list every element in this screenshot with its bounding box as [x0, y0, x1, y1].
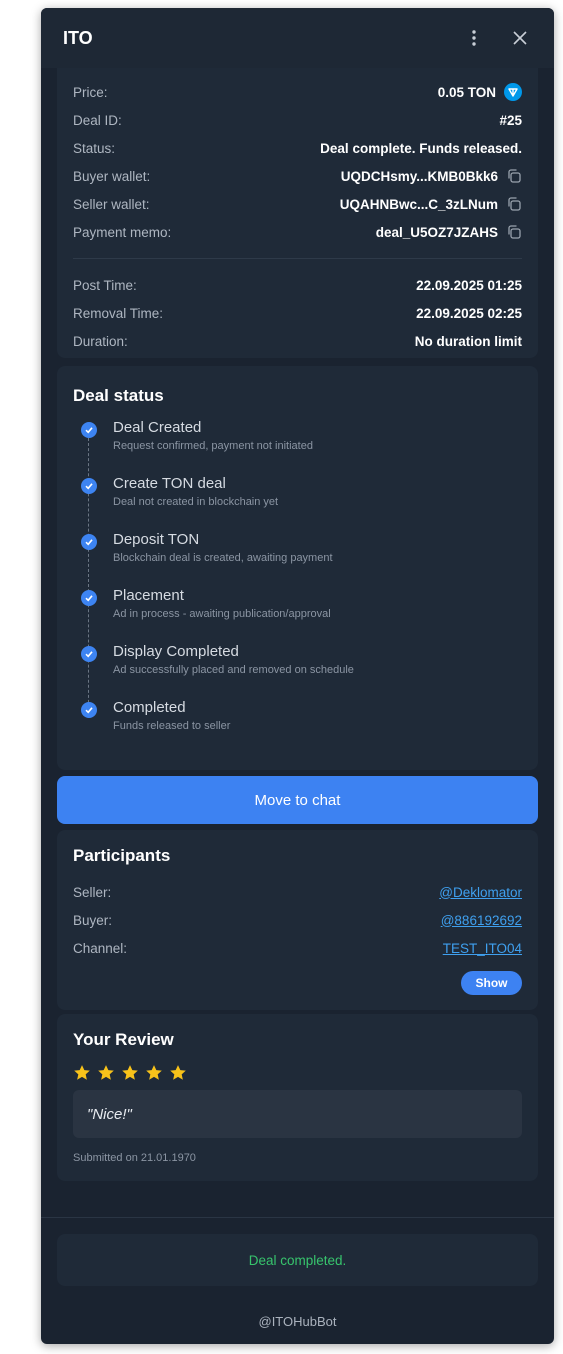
seller-wallet-value: UQAHNBwc...C_3zLNum	[339, 196, 498, 212]
payment-memo-value: deal_U5OZ7JZAHS	[375, 224, 498, 240]
check-icon	[81, 422, 97, 438]
seller-link[interactable]: @Deklomator	[439, 885, 522, 900]
step-title: Completed	[113, 699, 186, 716]
star-icon	[98, 1065, 114, 1080]
rating-stars	[73, 1064, 522, 1082]
step-title: Placement	[113, 587, 184, 604]
payment-memo-label: Payment memo:	[73, 224, 172, 240]
buyer-wallet-row: Buyer wallet: UQDCHsmy...KMB0Bkk6	[73, 162, 522, 190]
app-title: ITO	[63, 27, 93, 48]
removal-time-label: Removal Time:	[73, 305, 164, 321]
review-text: "Nice!"	[73, 1090, 522, 1138]
payment-memo-row: Payment memo: deal_U5OZ7JZAHS	[73, 218, 522, 246]
channel-link[interactable]: TEST_ITO04	[443, 941, 522, 956]
seller-wallet-label: Seller wallet:	[73, 196, 150, 212]
check-icon	[81, 646, 97, 662]
check-icon	[81, 478, 97, 494]
app-window: ITO Price: 0.05 TON Deal ID: #25 Status:	[41, 8, 554, 1344]
review-submitted-date: Submitted on 21.01.1970	[73, 1152, 196, 1164]
step-title: Display Completed	[113, 643, 239, 660]
buyer-wallet-label: Buyer wallet:	[73, 168, 151, 184]
deal-details-card: Price: 0.05 TON Deal ID: #25 Status: Dea…	[57, 58, 538, 358]
post-time-row: Post Time: 22.09.2025 01:25	[73, 271, 522, 299]
footer-divider	[41, 1217, 554, 1218]
seller-label: Seller:	[73, 884, 112, 900]
close-button[interactable]	[508, 26, 532, 50]
status-value: Deal complete. Funds released.	[320, 140, 522, 156]
copy-icon[interactable]	[506, 224, 522, 240]
deal-id-label: Deal ID:	[73, 112, 122, 128]
step-title: Deal Created	[113, 419, 202, 436]
more-options-button[interactable]	[462, 26, 486, 50]
status-label: Status:	[73, 140, 116, 156]
divider	[73, 258, 522, 259]
price-value: 0.05 TON	[437, 84, 496, 100]
deal-id-row: Deal ID: #25	[73, 106, 522, 134]
step-subtitle: Deal not created in blockchain yet	[113, 496, 279, 508]
review-card: Your Review "Nice!" Submitted on 21.01.1…	[57, 1014, 538, 1181]
move-to-chat-button[interactable]: Move to chat	[57, 776, 538, 824]
review-title: Your Review	[73, 1030, 174, 1049]
post-time-value: 22.09.2025 01:25	[416, 277, 522, 293]
star-icon	[74, 1065, 90, 1080]
step-item: Create TON deal Deal not created in bloc…	[73, 474, 522, 530]
deal-id-value: #25	[499, 112, 522, 128]
step-subtitle: Ad successfully placed and removed on sc…	[113, 664, 354, 676]
buyer-label: Buyer:	[73, 912, 113, 928]
participants-title: Participants	[73, 846, 171, 865]
buyer-wallet-value: UQDCHsmy...KMB0Bkk6	[340, 168, 498, 184]
post-time-label: Post Time:	[73, 277, 137, 293]
check-icon	[81, 590, 97, 606]
duration-row: Duration: No duration limit	[73, 327, 522, 355]
channel-label: Channel:	[73, 940, 128, 956]
channel-row: Channel: TEST_ITO04	[73, 934, 522, 962]
deal-status-card: Deal status Deal Created Request confirm…	[57, 366, 538, 770]
step-title: Deposit TON	[113, 531, 200, 548]
star-icon	[146, 1065, 162, 1080]
removal-time-row: Removal Time: 22.09.2025 02:25	[73, 299, 522, 327]
price-row: Price: 0.05 TON	[73, 78, 522, 106]
copy-icon[interactable]	[506, 196, 522, 212]
participants-card: Participants Seller: @Deklomator Buyer: …	[57, 830, 538, 1010]
status-message: Deal completed.	[57, 1234, 538, 1286]
buyer-link[interactable]: @886192692	[441, 913, 522, 928]
step-item: Deal Created Request confirmed, payment …	[73, 418, 522, 474]
kebab-menu-icon	[472, 30, 476, 46]
step-title: Create TON deal	[113, 475, 226, 492]
title-bar: ITO	[41, 8, 554, 68]
duration-label: Duration:	[73, 333, 128, 349]
step-item: Display Completed Ad successfully placed…	[73, 642, 522, 698]
seller-wallet-row: Seller wallet: UQAHNBwc...C_3zLNum	[73, 190, 522, 218]
seller-row: Seller: @Deklomator	[73, 878, 522, 906]
price-label: Price:	[73, 84, 108, 100]
close-icon	[513, 31, 527, 45]
step-item: Placement Ad in process - awaiting publi…	[73, 586, 522, 642]
step-item: Deposit TON Blockchain deal is created, …	[73, 530, 522, 586]
copy-icon[interactable]	[506, 168, 522, 184]
step-subtitle: Request confirmed, payment not initiated	[113, 440, 313, 452]
step-subtitle: Blockchain deal is created, awaiting pay…	[113, 552, 333, 564]
star-icon	[122, 1065, 138, 1080]
deal-status-title: Deal status	[73, 386, 164, 405]
ton-icon	[504, 83, 522, 101]
duration-value: No duration limit	[414, 333, 522, 349]
bot-name: @ITOHubBot	[258, 1314, 337, 1329]
removal-time-value: 22.09.2025 02:25	[416, 305, 522, 321]
step-subtitle: Ad in process - awaiting publication/app…	[113, 608, 331, 620]
star-icon	[170, 1065, 186, 1080]
check-icon	[81, 702, 97, 718]
buyer-row: Buyer: @886192692	[73, 906, 522, 934]
deal-steps: Deal Created Request confirmed, payment …	[73, 418, 522, 754]
step-subtitle: Funds released to seller	[113, 720, 231, 732]
check-icon	[81, 534, 97, 550]
status-row: Status: Deal complete. Funds released.	[73, 134, 522, 162]
show-button[interactable]: Show	[461, 971, 522, 995]
step-item: Completed Funds released to seller	[73, 698, 522, 754]
